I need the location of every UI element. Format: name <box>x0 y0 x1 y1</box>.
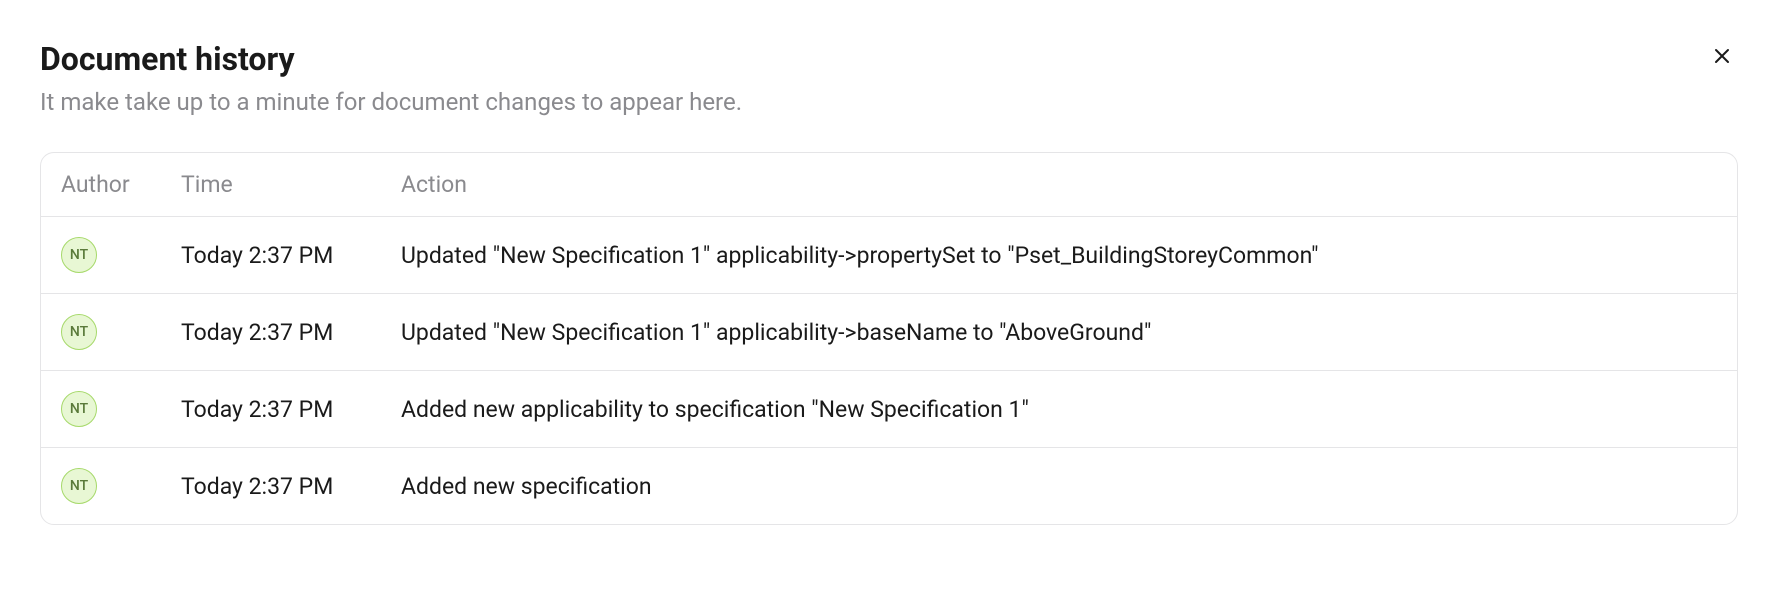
author-cell: NT <box>61 468 181 504</box>
avatar: NT <box>61 468 97 504</box>
author-cell: NT <box>61 237 181 273</box>
header-text: Document history It make take up to a mi… <box>40 40 742 152</box>
page-title: Document history <box>40 40 742 78</box>
table-row: NT Today 2:37 PM Added new specification <box>41 448 1737 524</box>
avatar: NT <box>61 314 97 350</box>
action-cell: Updated "New Specification 1" applicabil… <box>401 319 1717 346</box>
history-table: Author Time Action NT Today 2:37 PM Upda… <box>40 152 1738 525</box>
table-row: NT Today 2:37 PM Updated "New Specificat… <box>41 217 1737 294</box>
time-cell: Today 2:37 PM <box>181 319 401 346</box>
column-header-action: Action <box>401 171 1717 198</box>
page-subtitle: It make take up to a minute for document… <box>40 88 742 116</box>
avatar: NT <box>61 391 97 427</box>
column-header-time: Time <box>181 171 401 198</box>
table-row: NT Today 2:37 PM Updated "New Specificat… <box>41 294 1737 371</box>
action-cell: Added new specification <box>401 473 1717 500</box>
table-row: NT Today 2:37 PM Added new applicability… <box>41 371 1737 448</box>
avatar: NT <box>61 237 97 273</box>
action-cell: Updated "New Specification 1" applicabil… <box>401 242 1717 269</box>
author-cell: NT <box>61 314 181 350</box>
close-icon <box>1710 44 1734 68</box>
time-cell: Today 2:37 PM <box>181 396 401 423</box>
close-button[interactable] <box>1706 40 1738 72</box>
time-cell: Today 2:37 PM <box>181 242 401 269</box>
action-cell: Added new applicability to specification… <box>401 396 1717 423</box>
author-cell: NT <box>61 391 181 427</box>
column-header-author: Author <box>61 171 181 198</box>
time-cell: Today 2:37 PM <box>181 473 401 500</box>
header-row: Document history It make take up to a mi… <box>40 40 1738 152</box>
table-header: Author Time Action <box>41 153 1737 217</box>
